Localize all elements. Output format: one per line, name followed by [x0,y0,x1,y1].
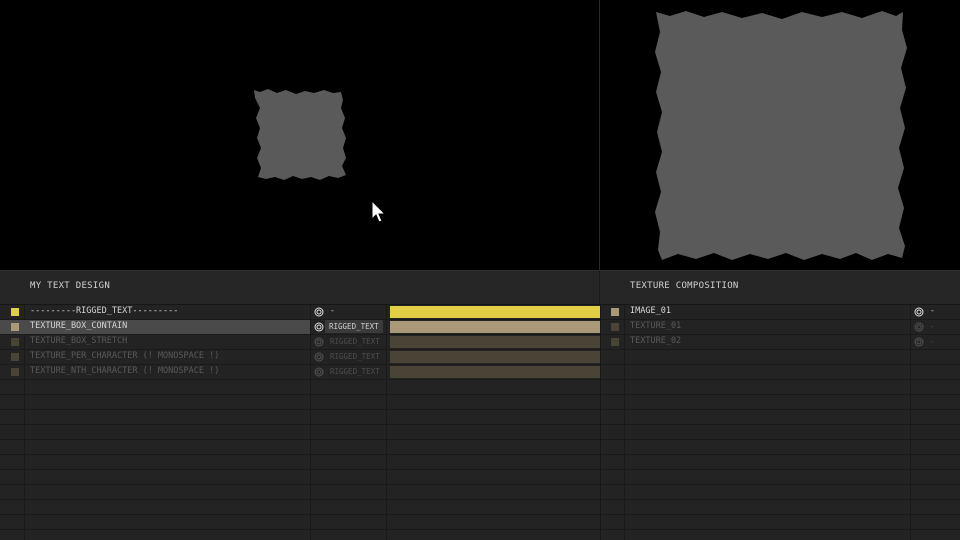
label-color-swatch[interactable] [11,308,19,316]
pick-whip-spiral-icon[interactable] [314,367,324,377]
layer-row[interactable]: TEXTURE_BOX_STRETCH RIGGED_TEXT [0,335,600,349]
layer-duration-bar[interactable] [390,306,600,318]
parent-value[interactable]: RIGGED_TEXT [330,337,380,346]
pick-whip-spiral-icon[interactable] [914,322,924,332]
texture-preview-large [655,11,907,260]
grunge-texture-box [254,89,346,180]
pick-whip-spiral-icon[interactable] [314,337,324,347]
parent-value[interactable]: - [930,306,935,315]
panel-title: MY TEXT DESIGN [30,281,111,291]
mouse-pointer-icon [371,200,387,223]
layer-list-left: ---------RIGGED_TEXT--------- - TEXTURE_… [0,305,600,540]
layer-duration-bar[interactable] [390,336,600,348]
panel-header-left: MY TEXT DESIGN [0,270,600,305]
pick-whip-spiral-icon[interactable] [314,322,324,332]
layer-duration-bar[interactable] [390,321,600,333]
layer-name: TEXTURE_01 [630,321,682,331]
pick-whip-spiral-icon[interactable] [914,337,924,347]
pick-whip-spiral-icon[interactable] [314,307,324,317]
parent-value[interactable]: - [930,337,935,346]
layer-row[interactable]: IMAGE_01 - [600,305,960,319]
label-color-swatch[interactable] [611,323,619,331]
layer-row[interactable]: TEXTURE_PER_CHARACTER (! MONOSPACE !) RI… [0,350,600,364]
parent-value[interactable]: RIGGED_TEXT [330,352,380,361]
layer-name: ---------RIGGED_TEXT--------- [30,306,179,316]
label-color-swatch[interactable] [611,338,619,346]
layer-name: TEXTURE_02 [630,336,682,346]
pick-whip-spiral-icon[interactable] [914,307,924,317]
parent-dropdown[interactable]: RIGGED_TEXT [325,320,383,333]
layer-name: TEXTURE_NTH_CHARACTER (! MONOSPACE !) [30,366,220,376]
composition-viewer-left[interactable] [0,0,600,270]
layer-name: TEXTURE_BOX_STRETCH [30,336,128,346]
layer-name: TEXTURE_PER_CHARACTER (! MONOSPACE !) [30,351,220,361]
layer-row[interactable]: TEXTURE_02 - [600,335,960,349]
panel-header-right: TEXTURE COMPOSITION [600,270,960,305]
parent-value[interactable]: - [330,306,335,315]
parent-value[interactable]: RIGGED_TEXT [330,367,380,376]
layer-duration-bar[interactable] [390,351,600,363]
texture-preview-small [254,89,346,180]
layer-row[interactable]: TEXTURE_NTH_CHARACTER (! MONOSPACE !) RI… [0,365,600,379]
composition-viewer-right[interactable] [600,0,960,270]
layer-row[interactable]: TEXTURE_BOX_CONTAIN RIGGED_TEXT [0,320,600,334]
label-color-swatch[interactable] [11,323,19,331]
layer-list-right: IMAGE_01 - TEXTURE_01 - TEXTURE_02 - [600,305,960,540]
layer-name: TEXTURE_BOX_CONTAIN [30,321,128,331]
pick-whip-spiral-icon[interactable] [314,352,324,362]
parent-value[interactable]: - [930,322,935,331]
layer-name: IMAGE_01 [630,306,671,316]
layer-row[interactable]: ---------RIGGED_TEXT--------- - [0,305,600,319]
layer-row[interactable]: TEXTURE_01 - [600,320,960,334]
label-color-swatch[interactable] [11,338,19,346]
label-color-swatch[interactable] [611,308,619,316]
label-color-swatch[interactable] [11,353,19,361]
grunge-texture-frame [655,11,907,260]
layer-duration-bar[interactable] [390,366,600,378]
panel-title: TEXTURE COMPOSITION [630,281,739,291]
label-color-swatch[interactable] [11,368,19,376]
